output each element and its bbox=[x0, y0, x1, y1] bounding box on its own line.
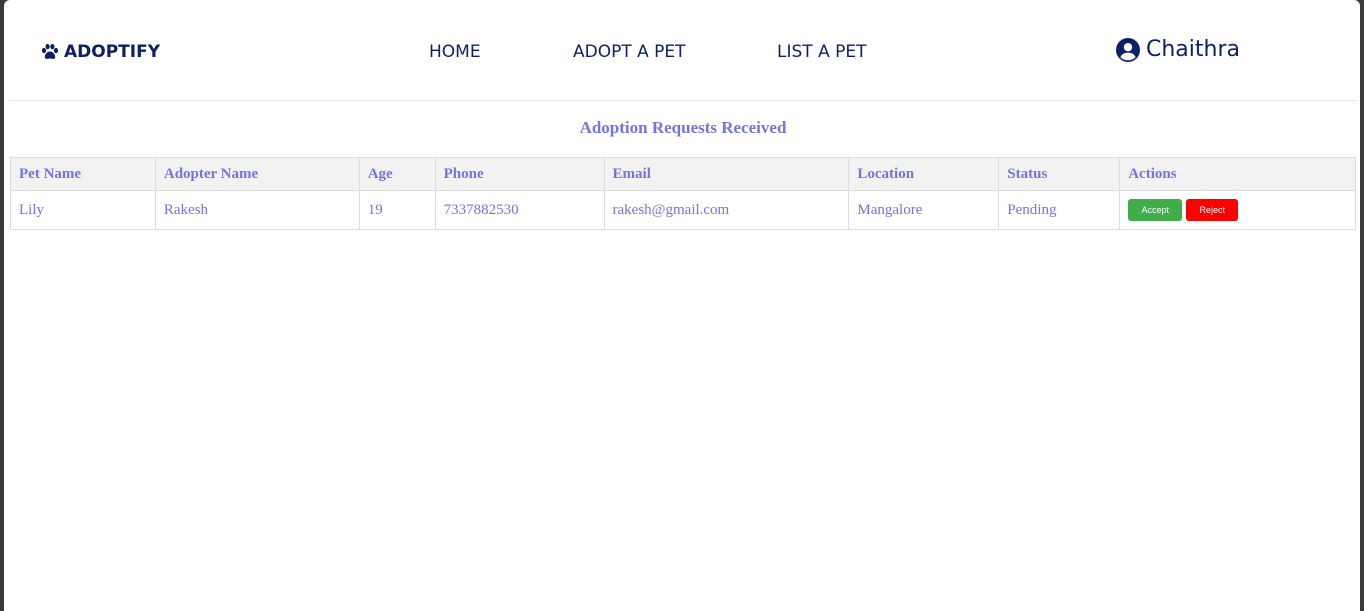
adoption-requests-table: Pet Name Adopter Name Age Phone Email Lo… bbox=[10, 157, 1356, 230]
nav-home-link[interactable]: HOME bbox=[429, 42, 481, 62]
brand-logo[interactable]: ADOPTIFY bbox=[40, 42, 160, 62]
paw-icon bbox=[41, 43, 59, 59]
app-window: ADOPTIFY HOME ADOPT A PET LIST A PET Cha… bbox=[4, 0, 1360, 611]
nav-list-pet-link[interactable]: LIST A PET bbox=[777, 42, 866, 62]
cell-phone: 7337882530 bbox=[434, 190, 605, 230]
header-phone: Phone bbox=[434, 157, 605, 191]
table-row: Lily Rakesh 19 7337882530 rakesh@gmail.c… bbox=[10, 190, 1356, 230]
user-circle-icon bbox=[1116, 37, 1140, 62]
header-location: Location bbox=[848, 157, 1000, 191]
nav-adopt-pet-link[interactable]: ADOPT A PET bbox=[573, 42, 686, 62]
header-email: Email bbox=[603, 157, 850, 191]
table-header-row: Pet Name Adopter Name Age Phone Email Lo… bbox=[10, 157, 1356, 191]
page-title: Adoption Requests Received bbox=[579, 118, 787, 137]
header-status: Status bbox=[998, 157, 1121, 191]
cell-status: Pending bbox=[998, 190, 1121, 230]
header-age: Age bbox=[358, 157, 436, 191]
header-adopter-name: Adopter Name bbox=[154, 157, 360, 191]
header-actions: Actions bbox=[1119, 157, 1356, 191]
brand-name: ADOPTIFY bbox=[64, 42, 161, 62]
header-pet-name: Pet Name bbox=[10, 157, 156, 191]
top-navbar: ADOPTIFY HOME ADOPT A PET LIST A PET Cha… bbox=[10, 0, 1356, 101]
accept-button[interactable]: Accept bbox=[1128, 199, 1183, 221]
cell-age: 19 bbox=[358, 190, 436, 230]
cell-adopter-name: Rakesh bbox=[154, 190, 360, 230]
cell-location: Mangalore bbox=[848, 190, 1000, 230]
user-profile[interactable]: Chaithra bbox=[1116, 37, 1240, 62]
reject-button[interactable]: Reject bbox=[1186, 199, 1239, 221]
user-name: Chaithra bbox=[1146, 37, 1240, 62]
cell-actions: Accept Reject bbox=[1119, 190, 1356, 230]
cell-email: rakesh@gmail.com bbox=[603, 190, 850, 230]
cell-pet-name: Lily bbox=[10, 190, 156, 230]
